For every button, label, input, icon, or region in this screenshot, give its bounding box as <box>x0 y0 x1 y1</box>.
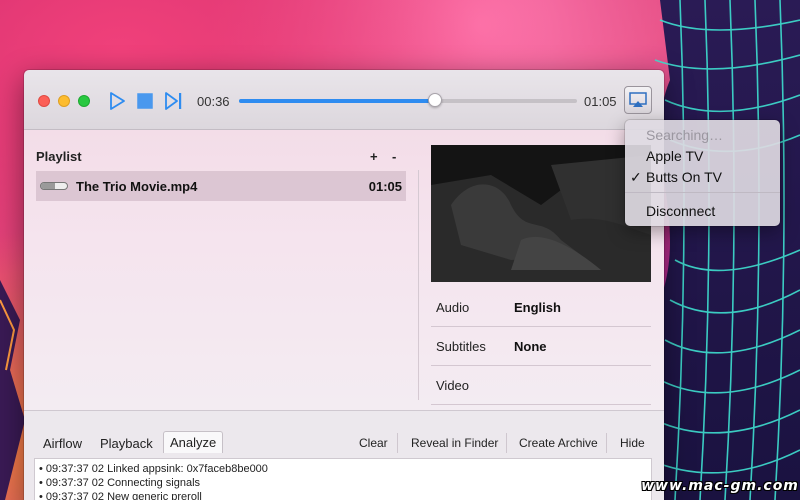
hide-button[interactable]: Hide <box>620 436 645 450</box>
tab-analyze[interactable]: Analyze <box>163 431 224 453</box>
pane-divider <box>418 170 419 400</box>
seek-knob[interactable] <box>428 93 443 107</box>
airplay-menu: Searching… Apple TV ✓ Butts On TV Discon… <box>625 120 780 226</box>
audio-value[interactable]: English <box>514 300 561 315</box>
item-title: The Trio Movie.mp4 <box>76 179 198 194</box>
skip-next-button[interactable] <box>164 91 184 111</box>
log-line: • 09:37:37 02 Linked appsink: 0x7faceb8b… <box>39 463 268 475</box>
log-line: • 09:37:37 02 New generic preroll <box>39 491 202 500</box>
audio-label: Audio <box>436 300 470 315</box>
action-divider <box>506 433 507 453</box>
action-divider <box>606 433 607 453</box>
airplay-icon <box>629 92 647 107</box>
menu-separator <box>625 192 780 193</box>
create-archive-button[interactable]: Create Archive <box>519 436 598 450</box>
bottom-panel: Airflow Playback Analyze Clear Reveal in… <box>24 410 664 500</box>
playlist-item[interactable]: The Trio Movie.mp4 01:05 <box>36 171 406 201</box>
subtitles-value[interactable]: None <box>514 339 547 354</box>
menu-item-apple-tv[interactable]: Apple TV <box>625 145 780 167</box>
action-divider <box>397 433 398 453</box>
playlist-title: Playlist <box>36 149 82 164</box>
playlist-add-button[interactable]: + <box>370 149 378 164</box>
video-preview <box>431 145 651 282</box>
audio-row[interactable]: Audio English <box>431 288 651 327</box>
menu-item-butts-on-tv[interactable]: ✓ Butts On TV <box>625 166 780 188</box>
video-row[interactable]: Video <box>431 366 651 405</box>
airplay-button[interactable] <box>624 86 652 114</box>
play-button[interactable] <box>108 91 126 111</box>
close-window-button[interactable] <box>38 95 50 107</box>
reveal-in-finder-button[interactable]: Reveal in Finder <box>411 436 498 450</box>
tab-playback[interactable]: Playback <box>94 433 159 454</box>
checkmark-icon: ✓ <box>630 169 642 185</box>
stop-button[interactable] <box>136 91 154 111</box>
play-icon <box>110 92 125 110</box>
main-content: Playlist + - The Trio Movie.mp4 01:05 Au… <box>24 130 664 410</box>
seek-slider[interactable] <box>239 93 577 107</box>
menu-item-label: Butts On TV <box>646 169 722 185</box>
subtitles-label: Subtitles <box>436 339 486 354</box>
menu-item-label: Apple TV <box>646 148 704 164</box>
playlist-remove-button[interactable]: - <box>392 149 396 164</box>
skip-next-icon <box>165 92 182 110</box>
item-duration: 01:05 <box>368 179 402 194</box>
menu-item-disconnect[interactable]: Disconnect <box>625 200 780 222</box>
log-output[interactable]: • 09:37:37 02 Linked appsink: 0x7faceb8b… <box>34 458 652 500</box>
video-label: Video <box>436 378 470 393</box>
subtitles-row[interactable]: Subtitles None <box>431 327 651 366</box>
stop-icon <box>137 93 153 109</box>
tab-airflow[interactable]: Airflow <box>37 433 88 454</box>
elapsed-time: 00:36 <box>197 94 230 109</box>
player-window: 00:36 01:05 Playlist + - The Trio Movie.… <box>24 70 664 500</box>
minimize-window-button[interactable] <box>58 95 70 107</box>
seek-progress-fill <box>239 99 436 103</box>
clear-button[interactable]: Clear <box>359 436 388 450</box>
playlist-pane: Playlist + - The Trio Movie.mp4 01:05 <box>24 130 418 410</box>
menu-item-searching: Searching… <box>646 127 724 143</box>
toolbar: 00:36 01:05 <box>24 70 664 130</box>
log-line: • 09:37:37 02 Connecting signals <box>39 477 201 489</box>
watermark: www.mac-gm.com <box>641 478 799 494</box>
total-time: 01:05 <box>584 94 617 109</box>
zoom-window-button[interactable] <box>78 95 90 107</box>
item-progress-bar <box>40 182 68 190</box>
